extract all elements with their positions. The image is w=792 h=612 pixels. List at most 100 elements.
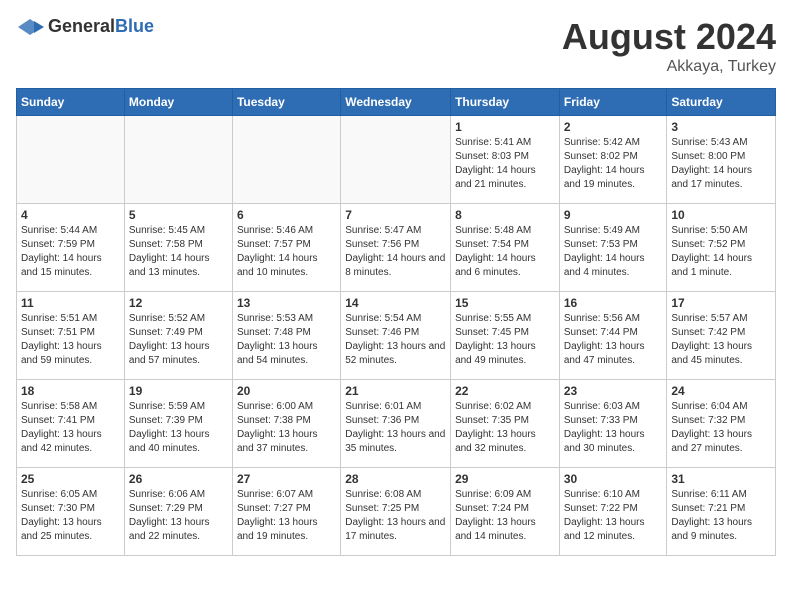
day-number: 11 xyxy=(21,296,120,310)
logo-general-text: General xyxy=(48,16,115,36)
day-number: 6 xyxy=(237,208,336,222)
day-info: Sunrise: 6:03 AM Sunset: 7:33 PM Dayligh… xyxy=(564,400,663,456)
title-section: August 2024 Akkaya, Turkey xyxy=(562,16,776,76)
day-number: 18 xyxy=(21,384,120,398)
month-year-title: August 2024 xyxy=(562,16,776,58)
day-number: 1 xyxy=(455,120,555,134)
day-info: Sunrise: 5:49 AM Sunset: 7:53 PM Dayligh… xyxy=(564,224,663,280)
calendar-cell: 9 Sunrise: 5:49 AM Sunset: 7:53 PM Daylig… xyxy=(559,204,667,292)
week-row-3: 11 Sunrise: 5:51 AM Sunset: 7:51 PM Dayli… xyxy=(17,292,776,380)
day-info: Sunrise: 6:06 AM Sunset: 7:29 PM Dayligh… xyxy=(129,488,228,544)
day-number: 22 xyxy=(455,384,555,398)
day-info: Sunrise: 5:54 AM Sunset: 7:46 PM Dayligh… xyxy=(345,312,446,368)
calendar-cell: 3 Sunrise: 5:43 AM Sunset: 8:00 PM Daylig… xyxy=(667,116,776,204)
weekday-header-thursday: Thursday xyxy=(451,89,560,116)
calendar-cell: 29Sunrise: 6:09 AM Sunset: 7:24 PM Dayli… xyxy=(451,468,560,556)
day-number: 26 xyxy=(129,472,228,486)
day-info: Sunrise: 5:50 AM Sunset: 7:52 PM Dayligh… xyxy=(671,224,771,280)
day-number: 5 xyxy=(129,208,228,222)
logo: GeneralBlue xyxy=(16,16,154,37)
day-info: Sunrise: 5:43 AM Sunset: 8:00 PM Dayligh… xyxy=(671,136,771,192)
day-number: 14 xyxy=(345,296,446,310)
day-info: Sunrise: 6:01 AM Sunset: 7:36 PM Dayligh… xyxy=(345,400,446,456)
day-info: Sunrise: 6:07 AM Sunset: 7:27 PM Dayligh… xyxy=(237,488,336,544)
day-info: Sunrise: 5:45 AM Sunset: 7:58 PM Dayligh… xyxy=(129,224,228,280)
calendar-cell: 19 Sunrise: 5:59 AM Sunset: 7:39 PM Dayli… xyxy=(124,380,232,468)
calendar-cell: 16 Sunrise: 5:56 AM Sunset: 7:44 PM Dayli… xyxy=(559,292,667,380)
day-number: 29 xyxy=(455,472,555,486)
day-info: Sunrise: 5:52 AM Sunset: 7:49 PM Dayligh… xyxy=(129,312,228,368)
calendar-cell: 4 Sunrise: 5:44 AM Sunset: 7:59 PM Daylig… xyxy=(17,204,125,292)
day-number: 13 xyxy=(237,296,336,310)
calendar-cell: 30 Sunrise: 6:10 AM Sunset: 7:22 PM Dayli… xyxy=(559,468,667,556)
day-number: 30 xyxy=(564,472,663,486)
calendar-cell: 10 Sunrise: 5:50 AM Sunset: 7:52 PM Dayli… xyxy=(667,204,776,292)
day-number: 9 xyxy=(564,208,663,222)
day-number: 4 xyxy=(21,208,120,222)
day-info: Sunrise: 5:55 AM Sunset: 7:45 PM Dayligh… xyxy=(455,312,555,368)
calendar-cell: 14 Sunrise: 5:54 AM Sunset: 7:46 PM Dayli… xyxy=(341,292,451,380)
day-number: 10 xyxy=(671,208,771,222)
day-number: 2 xyxy=(564,120,663,134)
page-header: GeneralBlue August 2024 Akkaya, Turkey xyxy=(16,16,776,76)
week-row-2: 4 Sunrise: 5:44 AM Sunset: 7:59 PM Daylig… xyxy=(17,204,776,292)
logo-icon xyxy=(16,17,44,37)
calendar-cell: 31 Sunrise: 6:11 AM Sunset: 7:21 PM Dayli… xyxy=(667,468,776,556)
day-info: Sunrise: 6:08 AM Sunset: 7:25 PM Dayligh… xyxy=(345,488,446,544)
day-number: 27 xyxy=(237,472,336,486)
weekday-header-friday: Friday xyxy=(559,89,667,116)
day-number: 25 xyxy=(21,472,120,486)
location-subtitle: Akkaya, Turkey xyxy=(562,58,776,76)
calendar-cell: 7 Sunrise: 5:47 AM Sunset: 7:56 PM Daylig… xyxy=(341,204,451,292)
week-row-1: 1 Sunrise: 5:41 AM Sunset: 8:03 PM Daylig… xyxy=(17,116,776,204)
calendar-cell: 23Sunrise: 6:03 AM Sunset: 7:33 PM Dayli… xyxy=(559,380,667,468)
day-info: Sunrise: 6:00 AM Sunset: 7:38 PM Dayligh… xyxy=(237,400,336,456)
calendar-cell: 18 Sunrise: 5:58 AM Sunset: 7:41 PM Dayli… xyxy=(17,380,125,468)
day-info: Sunrise: 5:48 AM Sunset: 7:54 PM Dayligh… xyxy=(455,224,555,280)
calendar-cell xyxy=(124,116,232,204)
day-info: Sunrise: 6:11 AM Sunset: 7:21 PM Dayligh… xyxy=(671,488,771,544)
calendar-cell: 22 Sunrise: 6:02 AM Sunset: 7:35 PM Dayli… xyxy=(451,380,560,468)
day-info: Sunrise: 5:47 AM Sunset: 7:56 PM Dayligh… xyxy=(345,224,446,280)
calendar-cell: 15 Sunrise: 5:55 AM Sunset: 7:45 PM Dayli… xyxy=(451,292,560,380)
day-number: 3 xyxy=(671,120,771,134)
day-info: Sunrise: 5:42 AM Sunset: 8:02 PM Dayligh… xyxy=(564,136,663,192)
calendar-cell xyxy=(17,116,125,204)
calendar-cell: 24 Sunrise: 6:04 AM Sunset: 7:32 PM Dayli… xyxy=(667,380,776,468)
week-row-5: 25Sunrise: 6:05 AM Sunset: 7:30 PM Dayli… xyxy=(17,468,776,556)
day-info: Sunrise: 5:53 AM Sunset: 7:48 PM Dayligh… xyxy=(237,312,336,368)
weekday-header-row: SundayMondayTuesdayWednesdayThursdayFrid… xyxy=(17,89,776,116)
calendar-cell: 11 Sunrise: 5:51 AM Sunset: 7:51 PM Dayli… xyxy=(17,292,125,380)
calendar-cell: 17Sunrise: 5:57 AM Sunset: 7:42 PM Dayli… xyxy=(667,292,776,380)
day-number: 16 xyxy=(564,296,663,310)
day-number: 7 xyxy=(345,208,446,222)
calendar-cell: 6 Sunrise: 5:46 AM Sunset: 7:57 PM Daylig… xyxy=(232,204,340,292)
calendar-cell: 2 Sunrise: 5:42 AM Sunset: 8:02 PM Daylig… xyxy=(559,116,667,204)
calendar-cell xyxy=(232,116,340,204)
day-info: Sunrise: 6:02 AM Sunset: 7:35 PM Dayligh… xyxy=(455,400,555,456)
calendar-cell: 25Sunrise: 6:05 AM Sunset: 7:30 PM Dayli… xyxy=(17,468,125,556)
day-info: Sunrise: 5:46 AM Sunset: 7:57 PM Dayligh… xyxy=(237,224,336,280)
day-number: 19 xyxy=(129,384,228,398)
day-info: Sunrise: 5:59 AM Sunset: 7:39 PM Dayligh… xyxy=(129,400,228,456)
calendar-cell: 27 Sunrise: 6:07 AM Sunset: 7:27 PM Dayli… xyxy=(232,468,340,556)
day-number: 15 xyxy=(455,296,555,310)
day-number: 31 xyxy=(671,472,771,486)
day-info: Sunrise: 5:44 AM Sunset: 7:59 PM Dayligh… xyxy=(21,224,120,280)
day-info: Sunrise: 5:41 AM Sunset: 8:03 PM Dayligh… xyxy=(455,136,555,192)
weekday-header-wednesday: Wednesday xyxy=(341,89,451,116)
calendar-cell: 13 Sunrise: 5:53 AM Sunset: 7:48 PM Dayli… xyxy=(232,292,340,380)
day-number: 24 xyxy=(671,384,771,398)
day-info: Sunrise: 6:10 AM Sunset: 7:22 PM Dayligh… xyxy=(564,488,663,544)
calendar-cell: 28Sunrise: 6:08 AM Sunset: 7:25 PM Dayli… xyxy=(341,468,451,556)
calendar-cell xyxy=(341,116,451,204)
weekday-header-tuesday: Tuesday xyxy=(232,89,340,116)
day-info: Sunrise: 5:57 AM Sunset: 7:42 PM Dayligh… xyxy=(671,312,771,368)
weekday-header-saturday: Saturday xyxy=(667,89,776,116)
day-info: Sunrise: 5:58 AM Sunset: 7:41 PM Dayligh… xyxy=(21,400,120,456)
day-info: Sunrise: 5:56 AM Sunset: 7:44 PM Dayligh… xyxy=(564,312,663,368)
day-info: Sunrise: 5:51 AM Sunset: 7:51 PM Dayligh… xyxy=(21,312,120,368)
day-number: 12 xyxy=(129,296,228,310)
day-info: Sunrise: 6:04 AM Sunset: 7:32 PM Dayligh… xyxy=(671,400,771,456)
calendar-table: SundayMondayTuesdayWednesdayThursdayFrid… xyxy=(16,88,776,556)
